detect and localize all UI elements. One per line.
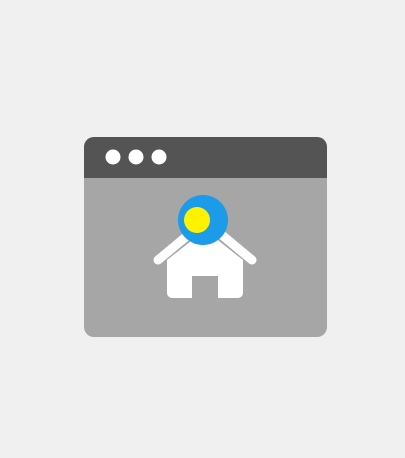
page-canvas <box>0 0 405 458</box>
location-pin-icon <box>178 195 228 245</box>
pin-inner-dot <box>184 207 210 233</box>
window-dot-icon <box>105 149 121 165</box>
window-dot-icon <box>128 149 144 165</box>
browser-home-illustration <box>84 137 327 337</box>
window-dot-icon <box>151 149 167 165</box>
